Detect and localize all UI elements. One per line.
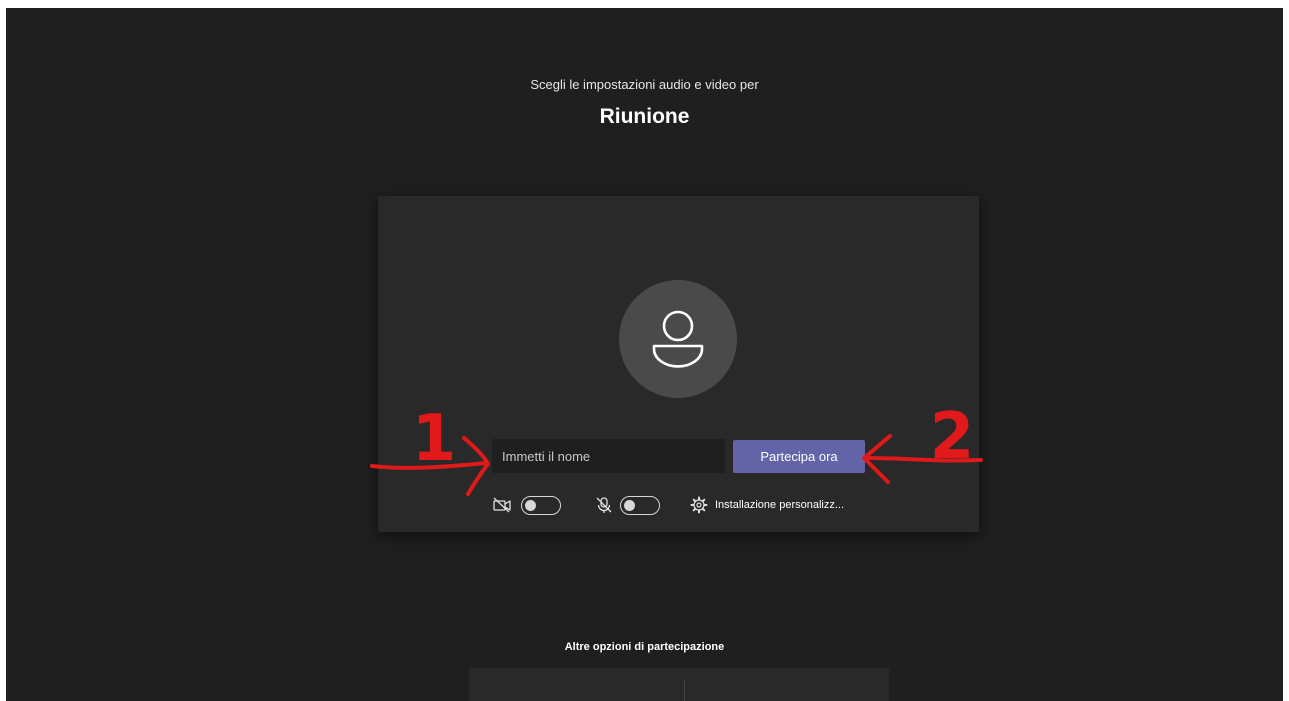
prejoin-screen: Scegli le impostazioni audio e video per…	[6, 8, 1283, 701]
meeting-title: Riunione	[599, 105, 690, 128]
person-icon	[652, 310, 704, 368]
other-join-options-panel	[469, 668, 889, 701]
options-divider	[684, 680, 685, 701]
name-input[interactable]	[492, 439, 725, 473]
camera-off-icon	[492, 496, 512, 519]
avatar	[619, 280, 737, 398]
microphone-toggle-knob	[624, 499, 635, 511]
prejoin-card: Partecipa ora	[378, 196, 979, 532]
microphone-toggle[interactable]	[620, 496, 660, 515]
other-join-options-heading: Altre opzioni di partecipazione	[564, 641, 725, 653]
microphone-off-icon	[595, 496, 613, 519]
device-controls: Installazione personalizz...	[378, 492, 979, 522]
page-subtitle: Scegli le impostazioni audio e video per	[530, 77, 759, 92]
custom-setup-link[interactable]: Installazione personalizz...	[715, 499, 844, 511]
join-now-button[interactable]: Partecipa ora	[733, 440, 865, 473]
camera-toggle-knob	[525, 499, 536, 511]
camera-toggle[interactable]	[521, 496, 561, 515]
gear-icon[interactable]	[690, 496, 708, 519]
